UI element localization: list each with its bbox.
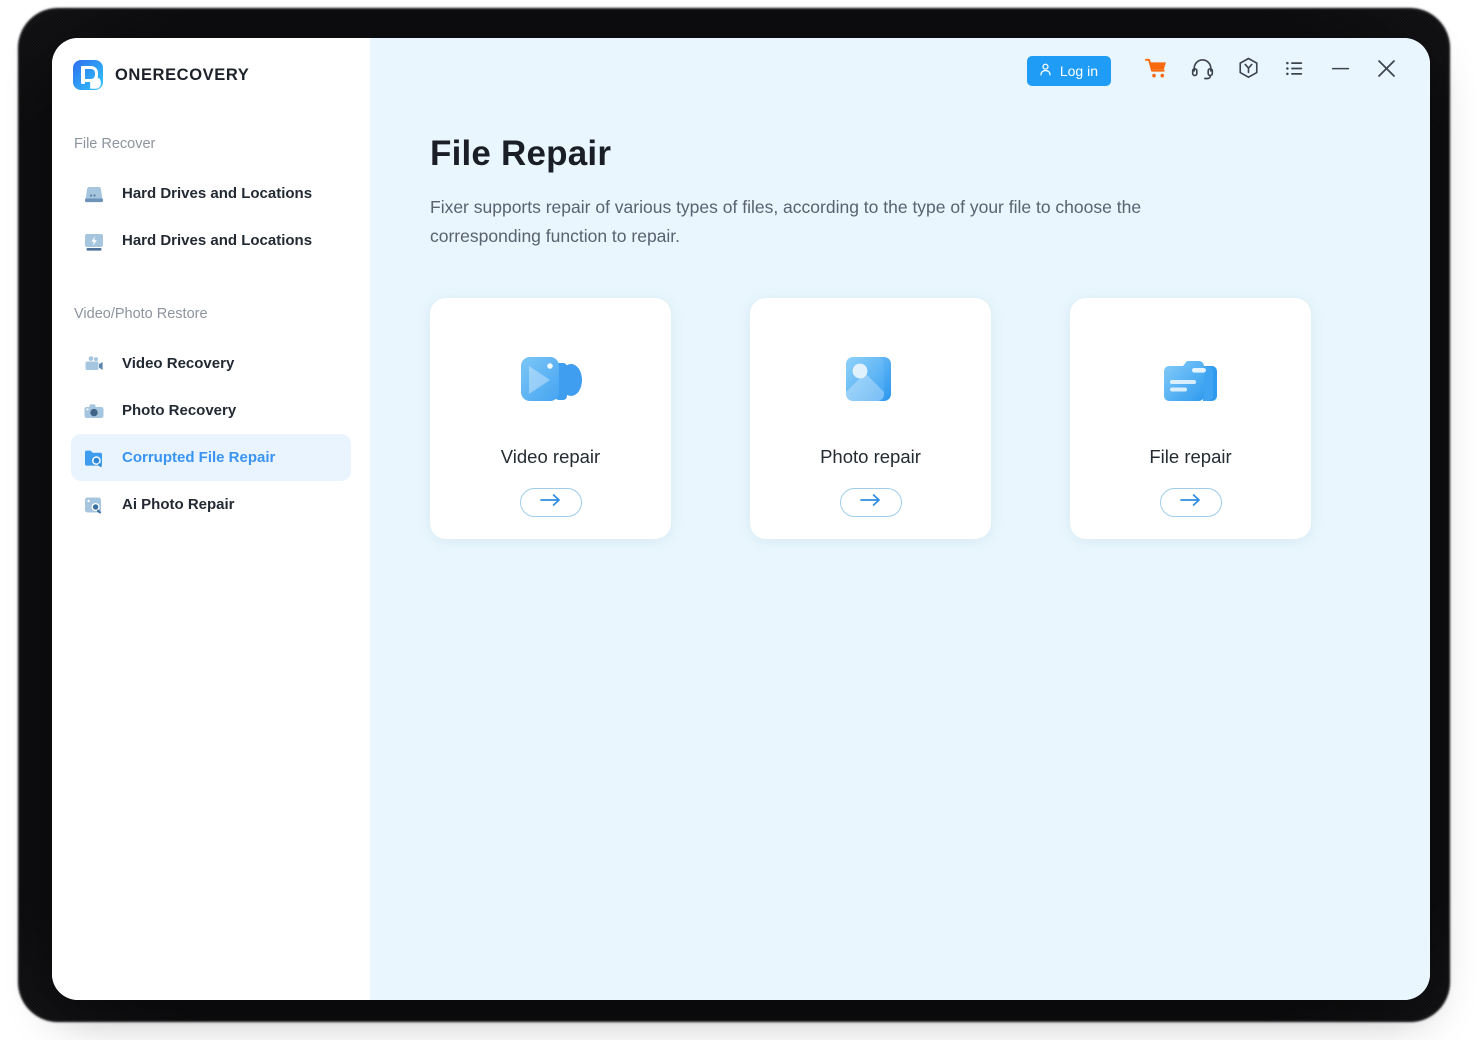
page-title: File Repair: [430, 134, 1430, 174]
sidebar-item-photo-recovery[interactable]: Photo Recovery: [71, 387, 351, 434]
sidebar-item-video-recovery[interactable]: Video Recovery: [71, 340, 351, 387]
headset-icon: [1190, 56, 1215, 86]
sidebar-item-crashed-computer[interactable]: Hard Drives and Locations: [71, 217, 351, 264]
support-button[interactable]: [1179, 51, 1225, 91]
arrow-right-icon: [1179, 493, 1203, 512]
onerecovery-logo-icon: [73, 60, 103, 90]
menu-button[interactable]: [1271, 51, 1317, 91]
brand: ONERECOVERY: [52, 38, 370, 90]
card-go-button[interactable]: [1160, 488, 1222, 517]
card-go-button[interactable]: [840, 488, 902, 517]
repair-card-list: Video repair: [430, 298, 1430, 539]
sidebar-item-label: Hard Drives and Locations: [122, 232, 312, 249]
sidebar-item-label: Video Recovery: [122, 355, 234, 372]
main-content: Log in: [370, 38, 1430, 1000]
sidebar-item-hard-drives-and-locations[interactable]: Hard Drives and Locations: [71, 170, 351, 217]
minimize-button[interactable]: [1317, 51, 1363, 91]
sidebar-item-label: Hard Drives and Locations: [122, 185, 312, 202]
arrow-right-icon: [859, 493, 883, 512]
minimize-icon: [1328, 56, 1353, 86]
sidebar-item-corrupted-file-repair[interactable]: Corrupted File Repair: [71, 434, 351, 481]
arrow-right-icon: [539, 493, 563, 512]
content-body: File Repair Fixer supports repair of var…: [370, 38, 1430, 539]
hard-drive-icon: [80, 180, 108, 208]
user-icon: [1038, 62, 1053, 80]
card-video-repair[interactable]: Video repair: [430, 298, 671, 539]
page-description: Fixer supports repair of various types o…: [430, 193, 1235, 251]
card-title: Video repair: [501, 446, 600, 468]
video-repair-art: [499, 330, 603, 434]
file-repair-icon: [80, 444, 108, 472]
sidebar-item-label: Ai Photo Repair: [122, 496, 235, 513]
crashed-computer-icon: [80, 227, 108, 255]
app-root: ONERECOVERY File Recover: [0, 0, 1480, 1040]
card-title: File repair: [1149, 446, 1231, 468]
sidebar-group-file-recover: File Recover Hard Drives and Locations: [52, 136, 370, 264]
cart-button[interactable]: [1133, 51, 1179, 91]
photo-camera-icon: [80, 397, 108, 425]
ai-photo-repair-icon: [80, 491, 108, 519]
video-camera-icon: [80, 350, 108, 378]
sidebar: ONERECOVERY File Recover: [52, 38, 370, 1000]
sidebar-group-video-photo-restore: Video/Photo Restore Video Recovery: [52, 306, 370, 528]
sidebar-group-label: Video/Photo Restore: [52, 306, 370, 322]
login-button-label: Log in: [1060, 63, 1098, 79]
card-photo-repair[interactable]: Photo repair: [750, 298, 991, 539]
tools-button[interactable]: [1225, 51, 1271, 91]
cart-icon: [1144, 56, 1169, 86]
titlebar: Log in: [370, 38, 1430, 104]
brand-name: ONERECOVERY: [115, 66, 249, 85]
sidebar-group-label: File Recover: [52, 136, 370, 152]
login-button[interactable]: Log in: [1027, 56, 1111, 86]
photo-repair-art: [819, 330, 923, 434]
close-icon: [1374, 56, 1399, 86]
toolbox-hexagon-icon: [1236, 56, 1261, 86]
card-go-button[interactable]: [520, 488, 582, 517]
file-repair-art: [1139, 330, 1243, 434]
card-file-repair[interactable]: File repair: [1070, 298, 1311, 539]
sidebar-item-label: Photo Recovery: [122, 402, 236, 419]
card-title: Photo repair: [820, 446, 921, 468]
close-button[interactable]: [1363, 51, 1409, 91]
list-menu-icon: [1282, 56, 1307, 86]
sidebar-item-label: Corrupted File Repair: [122, 449, 275, 466]
app-window: ONERECOVERY File Recover: [52, 38, 1430, 1000]
sidebar-item-ai-photo-repair[interactable]: Ai Photo Repair: [71, 481, 351, 528]
